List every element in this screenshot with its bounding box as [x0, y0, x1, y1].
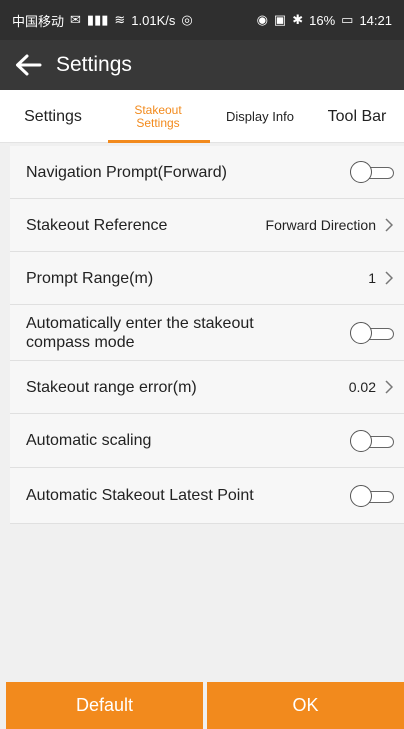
row-label: Prompt Range(m)	[26, 269, 154, 287]
tab-bar: Settings Stakeout Settings Display Info …	[0, 90, 404, 143]
row-value: 1	[368, 270, 376, 286]
message-icon: ✉	[70, 12, 81, 27]
back-button[interactable]	[0, 40, 56, 90]
arrow-left-icon	[16, 54, 42, 76]
row-label: Automatically enter the stakeout compass…	[26, 314, 350, 352]
status-bar: 中国移动 ✉ ▮▮▮ ≋ 1.01K/s ◎ ◉ ▣ ✱ 16% ▭ 14:21	[0, 0, 404, 40]
row-navigation-prompt[interactable]: Navigation Prompt(Forward)	[10, 146, 404, 199]
auto-stakeout-latest-toggle[interactable]	[350, 484, 394, 507]
status-left: 中国移动 ✉ ▮▮▮ ≋ 1.01K/s ◎	[12, 11, 193, 30]
tab-settings[interactable]: Settings	[0, 90, 106, 143]
row-value: 0.02	[348, 379, 376, 395]
toggle-knob	[350, 321, 372, 344]
app-bar: Settings	[0, 40, 404, 90]
clock-time: 14:21	[359, 12, 392, 28]
tab-stakeout-settings[interactable]: Stakeout Settings	[106, 90, 210, 143]
row-stakeout-range-error[interactable]: Stakeout range error(m) 0.02	[10, 361, 404, 414]
bottom-action-bar: Default OK	[0, 682, 404, 729]
row-stakeout-reference[interactable]: Stakeout Reference Forward Direction	[10, 199, 404, 252]
toggle-knob	[350, 484, 372, 507]
row-prompt-range[interactable]: Prompt Range(m) 1	[10, 252, 404, 305]
row-label: Stakeout Reference	[26, 216, 168, 234]
row-label: Navigation Prompt(Forward)	[26, 163, 227, 181]
bluetooth-icon: ✱	[292, 12, 304, 27]
row-label-line2: compass mode	[26, 333, 135, 351]
battery-icon: ▭	[341, 12, 354, 27]
eye-icon: ◉	[256, 12, 268, 27]
row-auto-compass-mode[interactable]: Automatically enter the stakeout compass…	[10, 305, 404, 361]
automatic-scaling-toggle[interactable]	[350, 429, 394, 452]
carrier-text: 中国移动	[12, 13, 65, 29]
nfc-icon: ▣	[273, 12, 287, 27]
chevron-right-icon	[384, 271, 394, 285]
tab-display-info[interactable]: Display Info	[210, 90, 310, 143]
active-tab-indicator	[108, 140, 210, 143]
tab-tool-bar[interactable]: Tool Bar	[310, 90, 404, 143]
row-label: Stakeout range error(m)	[26, 378, 197, 396]
tab-stakeout-label-line2: Settings	[136, 115, 180, 130]
navigation-prompt-toggle[interactable]	[350, 161, 394, 183]
ok-button[interactable]: OK	[207, 682, 404, 729]
row-auto-stakeout-latest-point[interactable]: Automatic Stakeout Latest Point	[10, 468, 404, 524]
default-button[interactable]: Default	[6, 682, 203, 729]
network-speed: 1.01K/s	[131, 12, 176, 28]
status-right: ◉ ▣ ✱ 16% ▭ 14:21	[257, 12, 392, 28]
toggle-knob	[350, 161, 372, 183]
page-title: Settings	[56, 53, 132, 76]
wifi-icon: ≋	[114, 12, 126, 27]
whatsapp-icon: ◎	[181, 12, 193, 27]
auto-compass-toggle[interactable]	[350, 321, 394, 344]
tab-display-info-label: Display Info	[226, 109, 294, 124]
battery-percent: 16%	[309, 12, 336, 28]
chevron-right-icon	[384, 218, 394, 232]
toggle-knob	[350, 429, 372, 452]
row-label-line1: Automatically enter the stakeout	[26, 314, 254, 332]
tab-tool-bar-label: Tool Bar	[327, 107, 387, 125]
row-label: Automatic Stakeout Latest Point	[26, 487, 254, 504]
row-value: Forward Direction	[265, 217, 376, 233]
signal-icon: ▮▮▮	[86, 12, 109, 27]
tab-settings-label: Settings	[24, 107, 82, 125]
row-automatic-scaling[interactable]: Automatic scaling	[10, 414, 404, 468]
row-label: Automatic scaling	[26, 432, 152, 449]
chevron-right-icon	[384, 380, 394, 394]
tab-stakeout-label-line1: Stakeout	[134, 102, 182, 117]
